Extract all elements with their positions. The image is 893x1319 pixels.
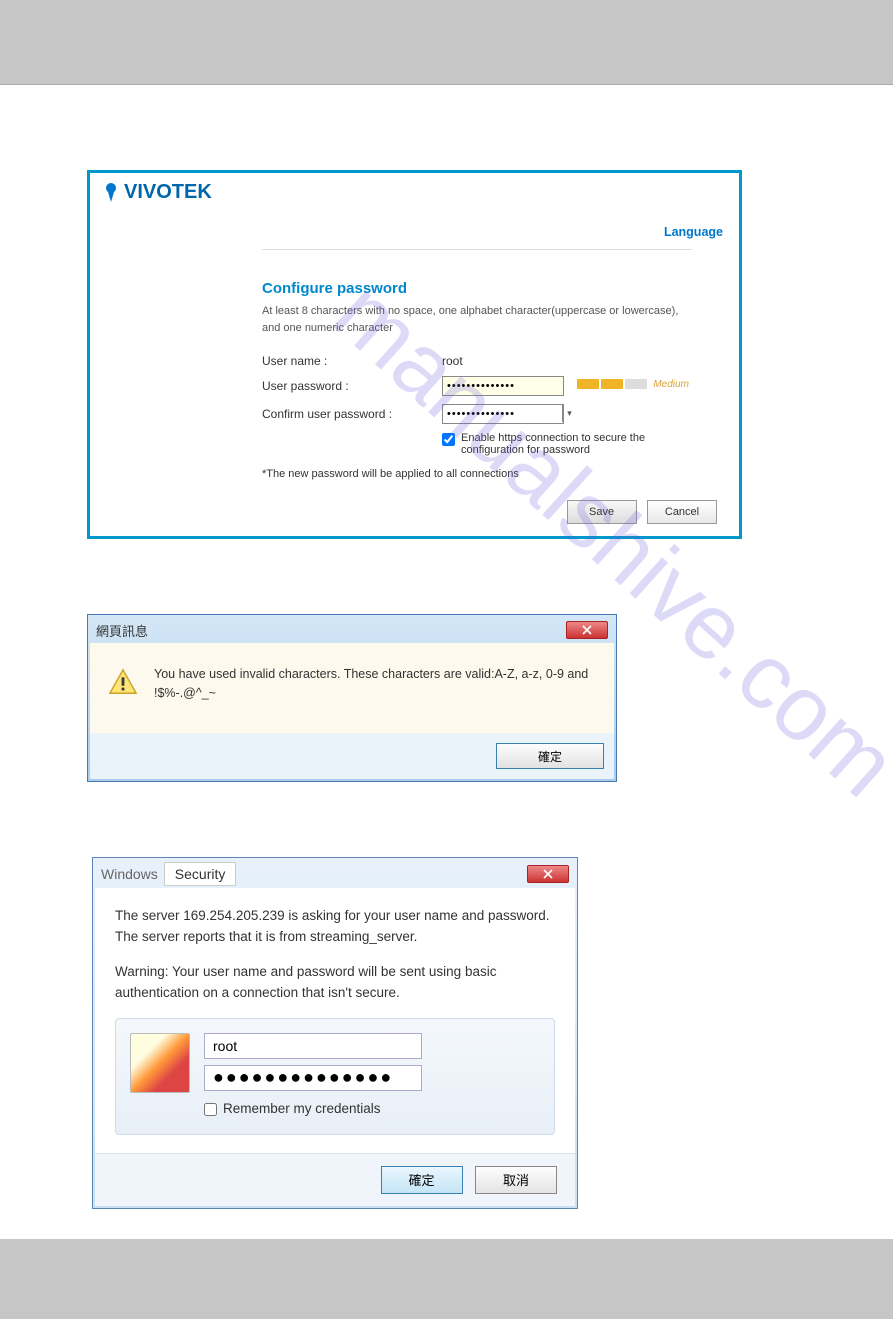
remember-credentials-checkbox[interactable]: [204, 1103, 217, 1116]
password-note: *The new password will be applied to all…: [262, 468, 692, 480]
username-label: User name :: [262, 354, 442, 368]
security-warning-message: Warning: Your user name and password wil…: [115, 962, 555, 1004]
page-header-banner: [0, 0, 893, 85]
password-input[interactable]: [442, 376, 564, 396]
cancel-button[interactable]: Cancel: [647, 500, 717, 524]
alert-title: 網頁訊息: [96, 621, 148, 640]
strength-bar-3: [625, 379, 647, 389]
configure-password-dialog: VIVOTEK Language Configure password At l…: [87, 170, 742, 539]
vivotek-logo: VIVOTEK: [102, 181, 727, 204]
strength-bar-2: [601, 379, 623, 389]
avatar-icon: [130, 1033, 190, 1093]
security-cancel-button[interactable]: 取消: [475, 1166, 557, 1194]
vivotek-logo-icon: [102, 182, 120, 204]
enable-https-checkbox[interactable]: [442, 433, 455, 446]
security-title: Security: [164, 862, 237, 886]
warning-icon: [108, 667, 138, 697]
strength-bar-1: [577, 379, 599, 389]
confirm-password-label: Confirm user password :: [262, 407, 442, 421]
security-server-message: The server 169.254.205.239 is asking for…: [115, 906, 555, 948]
security-close-icon[interactable]: [527, 865, 569, 883]
enable-https-label: Enable https connection to secure the co…: [461, 432, 692, 456]
credentials-box: Remember my credentials: [115, 1018, 555, 1135]
security-password-input[interactable]: [204, 1065, 422, 1091]
strength-label: Medium: [653, 379, 689, 390]
strength-meter: Medium: [577, 379, 689, 390]
alert-ok-button[interactable]: 確定: [496, 743, 604, 769]
page-footer-banner: [0, 1239, 893, 1319]
confirm-password-input[interactable]: [442, 404, 564, 424]
close-icon[interactable]: [566, 621, 608, 639]
remember-credentials-label: Remember my credentials: [223, 1099, 381, 1120]
vivotek-logo-text: VIVOTEK: [124, 181, 212, 204]
username-value: root: [442, 354, 463, 368]
save-button[interactable]: Save: [567, 500, 637, 524]
security-username-input[interactable]: [204, 1033, 422, 1059]
configure-password-title: Configure password: [262, 249, 692, 297]
language-link[interactable]: Language: [664, 225, 723, 239]
invalid-chars-alert: 網頁訊息 You have used invalid characters. T…: [87, 614, 617, 782]
alert-message: You have used invalid characters. These …: [154, 665, 596, 703]
security-ok-button[interactable]: 確定: [381, 1166, 463, 1194]
dropdown-icon[interactable]: ▾: [562, 404, 576, 422]
windows-security-dialog: Windows Security The server 169.254.205.…: [92, 857, 578, 1209]
password-label: User password :: [262, 379, 442, 393]
security-title-prefix: Windows: [101, 866, 158, 882]
requirements-text: At least 8 characters with no space, one…: [262, 303, 692, 336]
